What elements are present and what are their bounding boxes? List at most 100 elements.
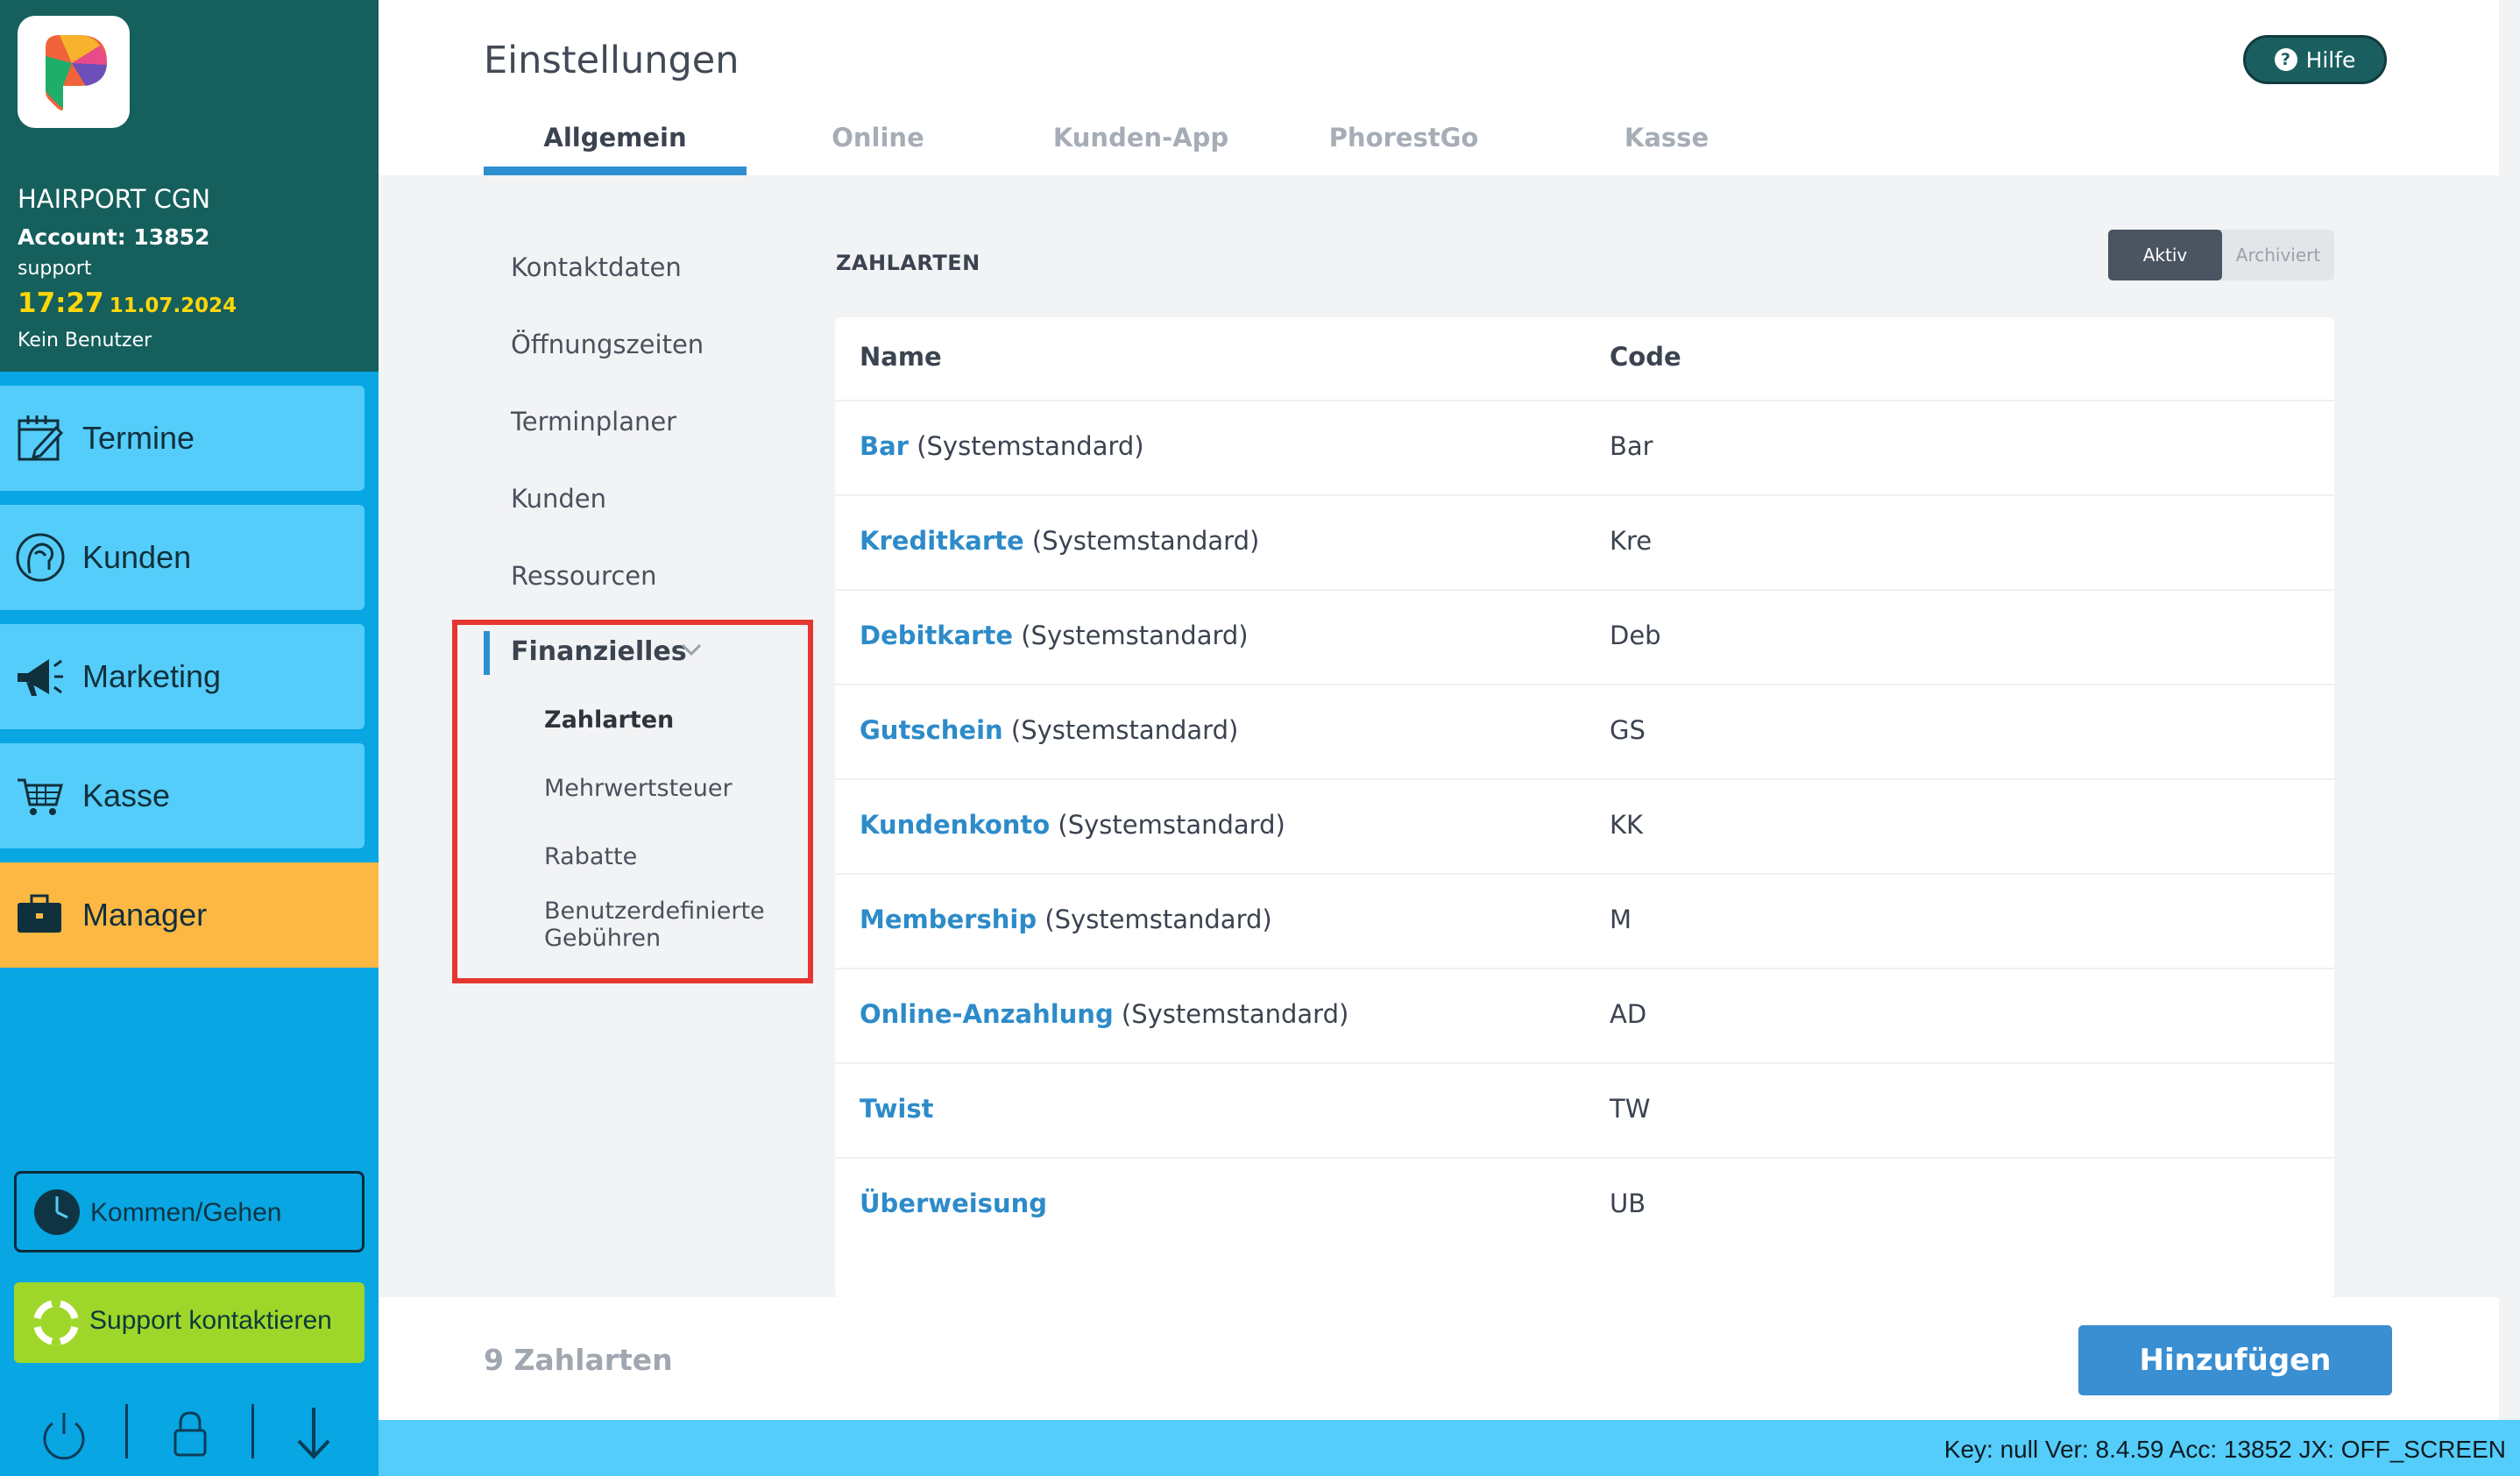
payment-link[interactable]: Überweisung bbox=[860, 1189, 1047, 1218]
payment-name: Gutschein (Systemstandard) bbox=[860, 715, 1238, 745]
payment-suffix: (Systemstandard) bbox=[1058, 810, 1285, 840]
payment-suffix: (Systemstandard) bbox=[1121, 999, 1349, 1029]
payment-code: Deb bbox=[1610, 621, 1661, 650]
active-section-indicator bbox=[484, 631, 490, 675]
settings-header: Einstellungen ? Hilfe Allgemein Online K… bbox=[379, 0, 2499, 175]
payment-code: M bbox=[1610, 905, 1632, 934]
filter-aktiv-button[interactable]: Aktiv bbox=[2108, 230, 2222, 280]
subnav-oeffnungszeiten[interactable]: Öffnungszeiten bbox=[511, 330, 704, 359]
payment-name: Bar (Systemstandard) bbox=[860, 431, 1144, 461]
payment-types-count: 9 Zahlarten bbox=[484, 1343, 673, 1377]
subnav-finanzielles[interactable]: Finanzielles bbox=[511, 636, 687, 667]
subnav-benutzerdefinierte-line1: Benutzerdefinierte bbox=[544, 898, 765, 925]
customer-head-icon bbox=[16, 533, 65, 582]
clock-icon bbox=[34, 1189, 80, 1235]
subnav-zahlarten[interactable]: Zahlarten bbox=[544, 706, 674, 734]
payment-link[interactable]: Membership bbox=[860, 905, 1037, 934]
nav-kasse[interactable]: Kasse bbox=[0, 743, 365, 848]
payment-suffix: (Systemstandard) bbox=[1021, 621, 1249, 650]
footer-bar: 9 Zahlarten Hinzufügen bbox=[379, 1297, 2499, 1420]
payment-name: Kreditkarte (Systemstandard) bbox=[860, 526, 1259, 556]
subnav-kontaktdaten[interactable]: Kontaktdaten bbox=[511, 252, 682, 282]
lifebuoy-icon bbox=[33, 1300, 79, 1345]
payment-suffix: (Systemstandard) bbox=[1044, 905, 1272, 934]
cart-icon bbox=[18, 778, 63, 815]
subnav-kunden[interactable]: Kunden bbox=[511, 484, 606, 514]
payment-code: AD bbox=[1610, 999, 1647, 1029]
sidebar: HAIRPORT CGN Account: 13852 support 17:2… bbox=[0, 0, 379, 1476]
filter-archiviert-button[interactable]: Archiviert bbox=[2222, 230, 2334, 280]
clock-date: 11.07.2024 bbox=[109, 294, 237, 317]
add-button[interactable]: Hinzufügen bbox=[2078, 1325, 2392, 1395]
help-button[interactable]: ? Hilfe bbox=[2243, 35, 2387, 84]
column-header-code: Code bbox=[1610, 342, 1681, 372]
active-tab-indicator bbox=[484, 167, 747, 175]
phorest-logo bbox=[18, 16, 130, 128]
payment-link[interactable]: Online-Anzahlung bbox=[860, 999, 1114, 1029]
payment-code: KK bbox=[1610, 810, 1644, 840]
no-user-label: Kein Benutzer bbox=[18, 330, 152, 351]
table-row: Überweisung UB bbox=[835, 1157, 2334, 1252]
payment-code: Bar bbox=[1610, 431, 1653, 461]
table-row: Kundenkonto (Systemstandard) KK bbox=[835, 778, 2334, 873]
account-panel: HAIRPORT CGN Account: 13852 support 17:2… bbox=[0, 0, 379, 372]
lock-icon[interactable] bbox=[159, 1402, 221, 1464]
clock: 17:27 11.07.2024 bbox=[18, 287, 237, 319]
tab-phorestgo[interactable]: PhorestGo bbox=[1272, 123, 1535, 153]
clock-time: 17:27 bbox=[18, 287, 104, 319]
payment-link[interactable]: Twist bbox=[860, 1094, 933, 1124]
table-row: Debitkarte (Systemstandard) Deb bbox=[835, 589, 2334, 684]
payment-link[interactable]: Kundenkonto bbox=[860, 810, 1050, 840]
subnav-terminplaner[interactable]: Terminplaner bbox=[511, 407, 676, 436]
sidebar-actions bbox=[0, 1394, 379, 1476]
payment-name: Twist bbox=[860, 1094, 933, 1124]
payment-link[interactable]: Bar bbox=[860, 431, 909, 461]
chevron-down-icon[interactable] bbox=[680, 642, 703, 656]
calendar-edit-icon bbox=[18, 415, 64, 461]
support-button[interactable]: Support kontaktieren bbox=[14, 1282, 365, 1363]
nav-label-marketing: Marketing bbox=[82, 658, 222, 694]
payment-name: Debitkarte (Systemstandard) bbox=[860, 621, 1249, 650]
payment-link[interactable]: Kreditkarte bbox=[860, 526, 1024, 556]
tab-kasse[interactable]: Kasse bbox=[1535, 123, 1798, 153]
nav-label-manager: Manager bbox=[82, 897, 208, 933]
divider bbox=[251, 1404, 254, 1458]
table-row: Kreditkarte (Systemstandard) Kre bbox=[835, 494, 2334, 589]
support-label: Support kontaktieren bbox=[89, 1306, 332, 1335]
subnav-ressourcen[interactable]: Ressourcen bbox=[511, 561, 656, 591]
payment-link[interactable]: Debitkarte bbox=[860, 621, 1013, 650]
kommen-gehen-button[interactable]: Kommen/Gehen bbox=[14, 1171, 365, 1252]
nav-manager[interactable]: Manager bbox=[0, 862, 379, 968]
account-name: HAIRPORT CGN bbox=[18, 184, 211, 214]
payment-name: Überweisung bbox=[860, 1189, 1047, 1218]
tab-allgemein[interactable]: Allgemein bbox=[484, 123, 747, 153]
tab-kunden-app[interactable]: Kunden-App bbox=[1009, 123, 1272, 153]
megaphone-icon bbox=[18, 659, 63, 696]
scrollbar-track[interactable] bbox=[2499, 0, 2520, 1420]
payment-suffix: (Systemstandard) bbox=[1031, 526, 1260, 556]
nav-label-termine: Termine bbox=[82, 420, 195, 456]
table-row: Membership (Systemstandard) M bbox=[835, 873, 2334, 968]
tab-online[interactable]: Online bbox=[747, 123, 1009, 153]
payment-code: UB bbox=[1610, 1189, 1646, 1218]
help-label: Hilfe bbox=[2305, 46, 2356, 73]
nav-marketing[interactable]: Marketing bbox=[0, 624, 365, 729]
arrow-down-icon[interactable] bbox=[283, 1402, 344, 1464]
subnav-mehrwertsteuer[interactable]: Mehrwertsteuer bbox=[544, 775, 733, 802]
subnav-rabatte[interactable]: Rabatte bbox=[544, 843, 637, 870]
nav-termine[interactable]: Termine bbox=[0, 386, 365, 491]
payment-name: Online-Anzahlung (Systemstandard) bbox=[860, 999, 1348, 1029]
nav-label-kasse: Kasse bbox=[82, 777, 171, 813]
payment-suffix: (Systemstandard) bbox=[1010, 715, 1239, 745]
table-row: Twist TW bbox=[835, 1062, 2334, 1157]
current-user: support bbox=[18, 258, 92, 280]
table-row: Online-Anzahlung (Systemstandard) AD bbox=[835, 968, 2334, 1062]
status-text: Key: null Ver: 8.4.59 Acc: 13852 JX: OFF… bbox=[1943, 1436, 2506, 1463]
status-bar: Key: null Ver: 8.4.59 Acc: 13852 JX: OFF… bbox=[379, 1420, 2520, 1476]
power-icon[interactable] bbox=[33, 1402, 95, 1464]
payment-link[interactable]: Gutschein bbox=[860, 715, 1003, 745]
payment-code: TW bbox=[1610, 1094, 1651, 1124]
payment-code: GS bbox=[1610, 715, 1646, 745]
nav-kunden[interactable]: Kunden bbox=[0, 505, 365, 610]
subnav-benutzerdefinierte-gebuehren[interactable]: Benutzerdefinierte Gebühren bbox=[544, 898, 765, 952]
